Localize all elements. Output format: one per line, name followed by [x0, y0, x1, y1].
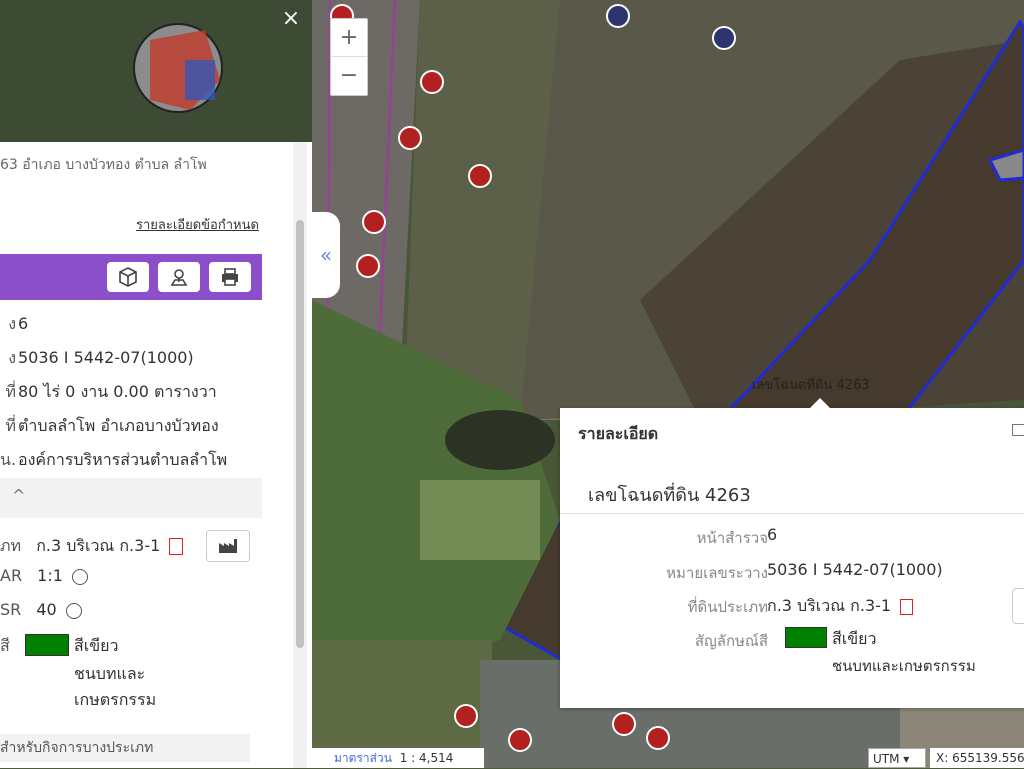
- info-icon[interactable]: [65, 602, 82, 619]
- poi-marker[interactable]: [356, 254, 380, 278]
- popup-title: รายละเอียด: [578, 424, 659, 443]
- color-row: สี: [0, 636, 10, 655]
- far-row: AR 1:1: [0, 566, 88, 585]
- chevron-down-icon: ▾: [903, 752, 910, 766]
- parcel-map-label: เลขโฉนดที่ดิน 4263: [752, 378, 870, 393]
- info-row-authority: น. องค์การบริหารส่วนตำบลลำโพ: [0, 450, 228, 469]
- poi-marker[interactable]: [612, 712, 636, 736]
- survey-page-label: หน้าสำรวจ: [696, 529, 768, 547]
- color-symbol-label: สัญลักษณ์สี: [694, 632, 768, 650]
- factory-icon: [219, 539, 237, 553]
- popup-color-swatch: [785, 627, 827, 648]
- maximize-icon[interactable]: [1012, 424, 1024, 436]
- rules-detail-link[interactable]: รายละเอียดข้อกำหนด: [136, 214, 259, 235]
- pdf-icon[interactable]: [169, 538, 184, 555]
- zoning-color-swatch: [25, 634, 69, 656]
- poi-marker[interactable]: [646, 726, 670, 750]
- chevron-up-icon[interactable]: ^: [12, 486, 25, 505]
- popup-divider: [560, 513, 1024, 514]
- panel-scrollbar-thumb[interactable]: [296, 220, 304, 648]
- zoning-type-row: ภท ก.3 บริเวณ ก.3-1: [0, 534, 184, 559]
- info-row-area: ที่ 80 ไร่ 0 งาน 0.00 ตารางวา: [5, 382, 217, 401]
- zoning-color-desc-1: ชนบทและ: [74, 664, 146, 683]
- cube-icon: [119, 267, 137, 287]
- info-row-map-sheet: ง 5036 I 5442-07(1000): [8, 348, 194, 367]
- parcel-detail-popup: รายละเอียด เลขโฉนดที่ดิน 4263 หน้าสำรวจ …: [560, 398, 1024, 708]
- popup-pointer: [810, 398, 830, 408]
- coordinate-readout: X: 655139.556: [930, 748, 1024, 768]
- home-marker[interactable]: [606, 4, 630, 28]
- poi-marker[interactable]: [420, 70, 444, 94]
- zoning-color-name: สีเขียว: [74, 636, 119, 655]
- poi-marker[interactable]: [508, 728, 532, 752]
- popup-color-desc: ชนบทและเกษตรกรรม: [832, 657, 976, 675]
- printer-icon: [222, 268, 238, 286]
- parcel-info-panel: 63 อำเภอ บางบัวทอง ตำบล ลำโพ รายละเอียดข…: [0, 142, 312, 768]
- survey-page-value: 6: [767, 525, 778, 544]
- zoom-control: + −: [330, 18, 368, 96]
- print-button[interactable]: [209, 262, 251, 292]
- close-overview-icon[interactable]: ×: [280, 8, 302, 30]
- map-sheet-label: หมายเลขระวาง: [666, 564, 768, 582]
- popup-color-name: สีเขียว: [832, 629, 877, 648]
- poi-marker[interactable]: [468, 164, 492, 188]
- scale-bar: มาตราส่วน 1 : 4,514: [312, 748, 484, 768]
- land-type-label: ที่ดินประเภท: [687, 598, 768, 616]
- poi-marker[interactable]: [398, 126, 422, 150]
- crs-select[interactable]: UTM ▾: [868, 748, 926, 768]
- zoning-section-header[interactable]: ^: [0, 478, 262, 518]
- map-pin-icon: [170, 269, 188, 286]
- collapse-panel-button[interactable]: «: [312, 212, 340, 298]
- factory-button[interactable]: [206, 530, 250, 562]
- pdf-icon[interactable]: [900, 598, 914, 615]
- land-type-value: ก.3 บริเวณ ก.3-1: [767, 594, 914, 619]
- popup-side-button[interactable]: [1012, 588, 1024, 624]
- map-sheet-value: 5036 I 5442-07(1000): [767, 560, 943, 579]
- popup-heading: เลขโฉนดที่ดิน 4263: [588, 485, 751, 506]
- osr-row: SR 40: [0, 600, 82, 619]
- info-row-location: ที่ ตำบลลำโพ อำเภอบางบัวทอง: [5, 416, 219, 435]
- poi-marker[interactable]: [362, 210, 386, 234]
- zoom-out-button[interactable]: −: [331, 57, 367, 94]
- zoning-color-desc-2: เกษตรกรรม: [74, 690, 157, 709]
- 3d-view-button[interactable]: [107, 262, 149, 292]
- parcel-address: 63 อำเภอ บางบัวทอง ตำบล ลำโพ: [0, 157, 207, 173]
- home-marker[interactable]: [712, 26, 736, 50]
- info-icon[interactable]: [72, 568, 88, 585]
- footer-note: สำหรับกิจการบางประเภท: [0, 734, 250, 762]
- zoom-in-button[interactable]: +: [331, 19, 367, 57]
- poi-marker[interactable]: [454, 704, 478, 728]
- locate-button[interactable]: [158, 262, 200, 292]
- info-row-survey-page: ง6: [8, 314, 29, 333]
